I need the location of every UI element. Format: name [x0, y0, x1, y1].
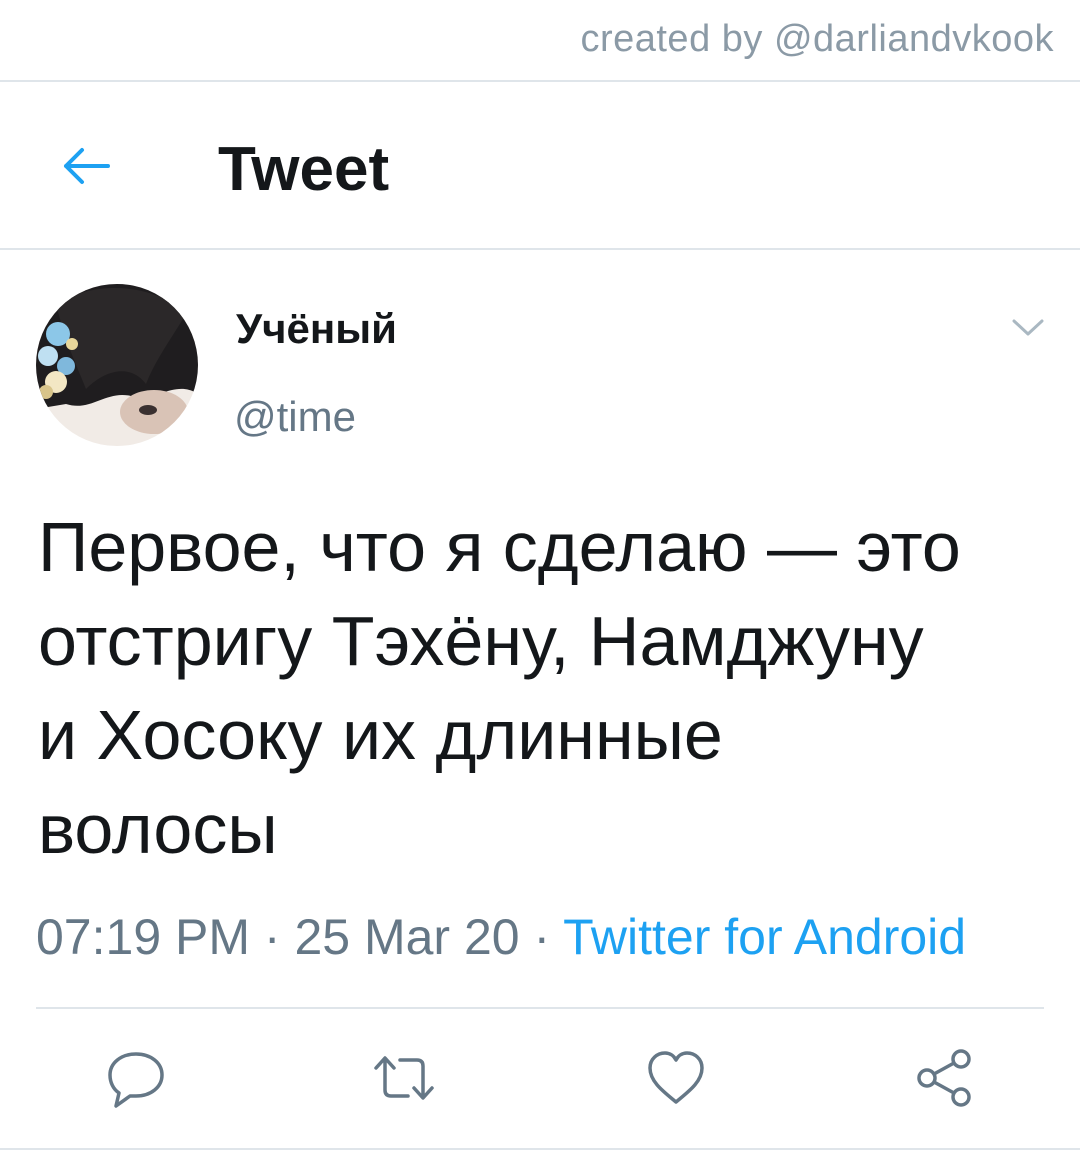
- heart-icon[interactable]: [644, 1046, 708, 1110]
- tweet-time: 07:19 PM: [36, 909, 251, 965]
- page-title: Tweet: [218, 135, 390, 204]
- avatar-image: [36, 284, 198, 446]
- retweet-icon[interactable]: [372, 1046, 436, 1110]
- header-divider: [0, 248, 1080, 250]
- share-icon[interactable]: [912, 1046, 976, 1110]
- tweet-date: 25 Mar 20: [294, 909, 520, 965]
- tweet-text-line: Первое, что я сделаю — это: [38, 508, 961, 586]
- tweet-meta: 07:19 PM · 25 Mar 20 · Twitter for Andro…: [36, 908, 966, 966]
- meta-separator: ·: [519, 909, 564, 965]
- actions-divider: [36, 1007, 1044, 1009]
- watermark-text: created by @darliandvkook: [580, 18, 1054, 60]
- tweet-source-link[interactable]: Twitter for Android: [563, 909, 966, 965]
- chevron-down-icon[interactable]: [1010, 316, 1046, 340]
- bottom-divider: [0, 1148, 1080, 1150]
- meta-separator: ·: [250, 909, 295, 965]
- tweet-text: Первое, что я сделаю — это отстригу Тэхё…: [38, 500, 1048, 876]
- tweet-text-line: волосы: [38, 790, 278, 868]
- author-handle[interactable]: @time: [234, 393, 356, 441]
- tweet-text-line: и Хосоку их длинные: [38, 696, 723, 774]
- header-bar: Tweet: [0, 82, 1080, 248]
- avatar[interactable]: [36, 284, 198, 446]
- tweet-text-line: отстригу Тэхёну, Намджуну: [38, 602, 924, 680]
- author-display-name[interactable]: Учёный: [236, 305, 397, 353]
- reply-icon[interactable]: [104, 1046, 168, 1110]
- arrow-left-icon[interactable]: [58, 142, 114, 190]
